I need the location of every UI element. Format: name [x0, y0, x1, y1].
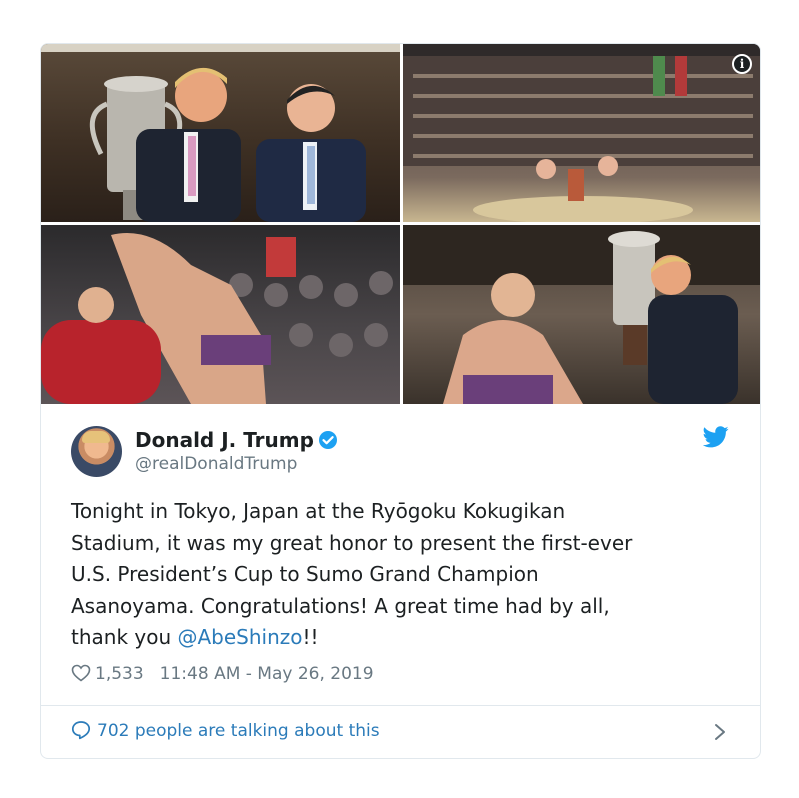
author-name-row[interactable]: Donald J. Trump [135, 428, 338, 452]
photo-sumo-wrestlers[interactable] [41, 225, 400, 404]
tweet-text-body: Tonight in Tokyo, Japan at the Ryōgoku K… [71, 499, 633, 649]
timestamp-link[interactable]: 11:48 AM - May 26, 2019 [160, 664, 374, 684]
twitter-bird-icon[interactable] [703, 426, 729, 448]
author-handle[interactable]: @realDonaldTrump [135, 454, 297, 474]
photo-sumo-arena[interactable]: i [403, 44, 760, 222]
author-name[interactable]: Donald J. Trump [135, 428, 314, 452]
tweet-text: Tonight in Tokyo, Japan at the Ryōgoku K… [71, 496, 741, 654]
divider [41, 705, 760, 706]
mention-link[interactable]: @AbeShinzo [178, 625, 303, 649]
conversation-link[interactable]: 702 people are talking about this [71, 720, 380, 744]
speech-bubble-icon [71, 721, 91, 740]
photo-trophy-presentation[interactable] [403, 225, 760, 404]
tweet-text-end: !! [302, 625, 319, 649]
verified-icon [318, 431, 337, 449]
avatar[interactable] [71, 426, 122, 477]
chevron-right-icon[interactable] [713, 722, 727, 742]
info-icon[interactable]: i [732, 54, 752, 74]
conversation-label[interactable]: 702 people are talking about this [97, 721, 380, 741]
tweet-author[interactable]: Donald J. Trump @realDonaldTrump [71, 426, 731, 478]
like-count[interactable]: 1,533 [95, 664, 144, 684]
embedded-tweet-card[interactable]: i Donald J. Trump @realDonaldTrump Tonig… [40, 43, 761, 759]
media-grid[interactable]: i [41, 44, 760, 404]
heart-icon[interactable] [71, 664, 91, 682]
tweet-meta: 1,533 11:48 AM - May 26, 2019 [71, 664, 374, 688]
photo-leaders-with-trophy[interactable] [41, 44, 400, 222]
